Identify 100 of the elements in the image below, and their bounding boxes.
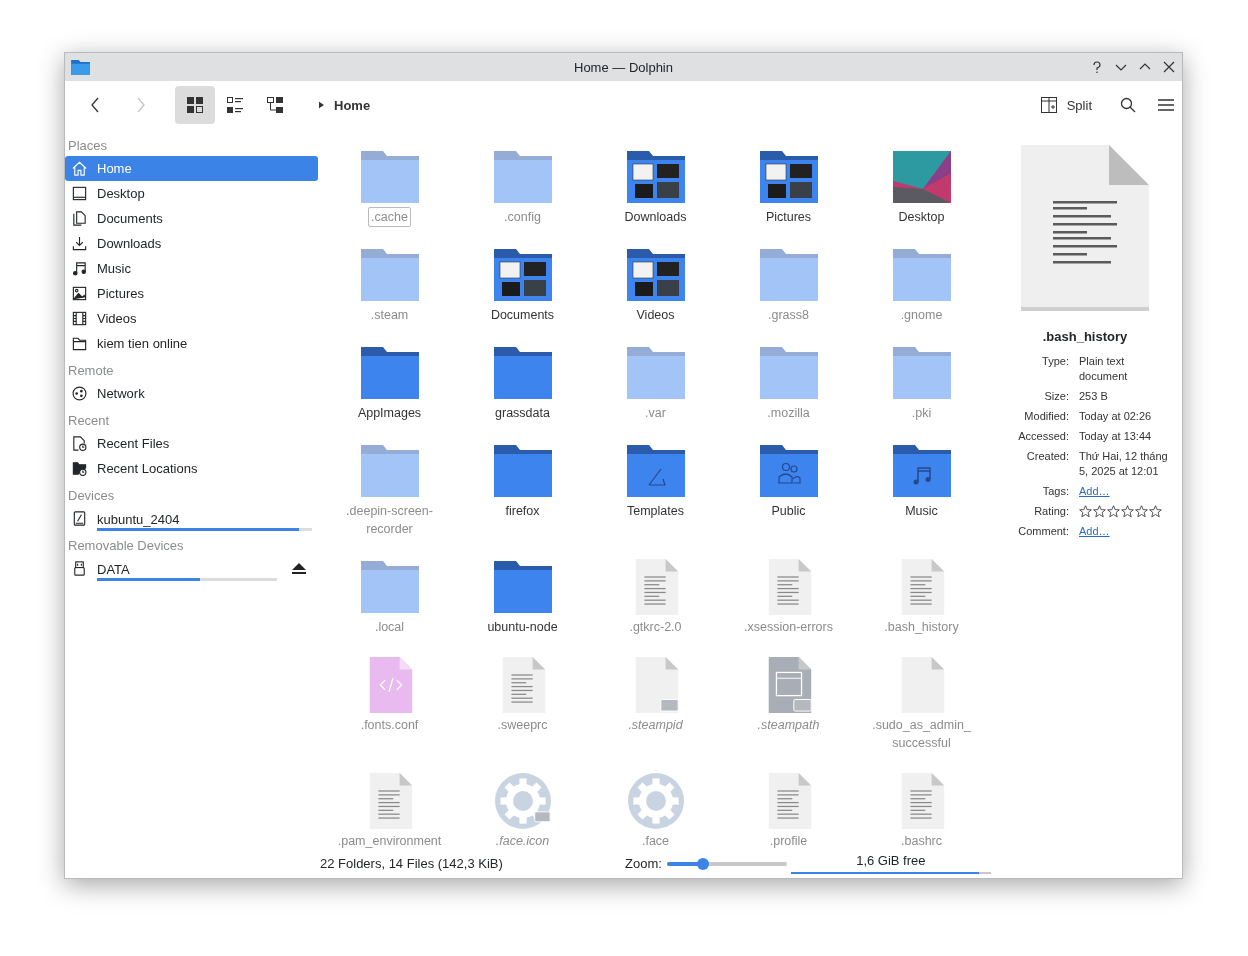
file-name: Pictures bbox=[764, 209, 813, 226]
sidebar-item[interactable]: Videos bbox=[65, 306, 318, 331]
folder-item[interactable]: .local bbox=[323, 553, 456, 637]
section-heading: Recent bbox=[67, 412, 111, 430]
file-name: Public bbox=[770, 503, 807, 520]
search-icon[interactable] bbox=[1120, 97, 1136, 113]
split-button[interactable]: Split bbox=[1034, 88, 1098, 122]
help-icon[interactable] bbox=[1090, 60, 1104, 74]
file-item[interactable]: .steampath bbox=[722, 651, 855, 753]
status-summary: 22 Folders, 14 Files (142,3 KiB) bbox=[320, 856, 504, 871]
desktop-icon bbox=[71, 185, 88, 202]
file-name: .pam_environment bbox=[336, 833, 443, 850]
add-link[interactable]: Add… bbox=[1079, 525, 1110, 537]
folder-item[interactable]: .config bbox=[456, 143, 589, 227]
file-item[interactable]: .xsession-errors bbox=[722, 553, 855, 637]
add-link[interactable]: Add… bbox=[1079, 485, 1110, 497]
section-heading: Removable Devices bbox=[67, 537, 185, 555]
close-icon[interactable] bbox=[1162, 60, 1176, 74]
sidebar-item[interactable]: Pictures bbox=[65, 281, 318, 306]
folder-item[interactable]: Templates bbox=[589, 437, 722, 539]
star-icon[interactable] bbox=[1093, 505, 1106, 518]
folder-item[interactable]: .mozilla bbox=[722, 339, 855, 423]
pictures-icon bbox=[71, 285, 88, 302]
sidebar-item[interactable]: DATA bbox=[65, 556, 318, 581]
file-name: .steam bbox=[369, 307, 410, 324]
field-label: Accessed: bbox=[1017, 429, 1069, 444]
sidebar-item[interactable]: Recent Files bbox=[65, 431, 318, 456]
split-view-icon bbox=[1040, 97, 1057, 113]
file-item[interactable]: .sweeprc bbox=[456, 651, 589, 753]
file-name: .sudo_as_admin_successful bbox=[871, 717, 972, 752]
folder-item[interactable]: firefox bbox=[456, 437, 589, 539]
star-icon[interactable] bbox=[1135, 505, 1148, 518]
sidebar-item[interactable]: Music bbox=[65, 256, 318, 281]
sidebar-item[interactable]: Downloads bbox=[65, 231, 318, 256]
folder-item[interactable]: .var bbox=[589, 339, 722, 423]
icons-view-button[interactable] bbox=[175, 86, 215, 124]
star-icon[interactable] bbox=[1121, 505, 1134, 518]
folder-item[interactable]: .steam bbox=[323, 241, 456, 325]
file-name: Desktop bbox=[897, 209, 946, 226]
sidebar-item[interactable]: kiem tien online bbox=[65, 331, 318, 356]
sidebar-item[interactable]: Recent Locations bbox=[65, 456, 318, 481]
file-name: .local bbox=[373, 619, 406, 636]
file-name: .fonts.conf bbox=[359, 717, 420, 734]
folder-icon bbox=[493, 345, 552, 401]
recentfiles-icon bbox=[71, 435, 88, 452]
folder-item[interactable]: AppImages bbox=[323, 339, 456, 423]
folder-thumbnail-icon bbox=[759, 149, 818, 205]
breadcrumb-item[interactable]: Home bbox=[334, 97, 371, 113]
file-name: .face bbox=[640, 833, 671, 850]
file-name: .gnome bbox=[899, 307, 944, 324]
folder-item[interactable]: .pki bbox=[855, 339, 988, 423]
folder-item[interactable]: Music bbox=[855, 437, 988, 539]
file-item[interactable]: .pam_environment bbox=[323, 767, 456, 851]
folder-item[interactable]: Downloads bbox=[589, 143, 722, 227]
field-value: Thứ Hai, 12 tháng 5, 2025 at 12:01 bbox=[1079, 449, 1169, 479]
star-icon[interactable] bbox=[1149, 505, 1162, 518]
file-item[interactable]: .steampid bbox=[589, 651, 722, 753]
field-label: Created: bbox=[1025, 449, 1069, 464]
file-item[interactable]: .bash_history bbox=[855, 553, 988, 637]
field-label: Type: bbox=[1041, 354, 1069, 369]
star-icon[interactable] bbox=[1079, 505, 1092, 518]
caret-icon bbox=[319, 101, 324, 109]
folder-item[interactable]: Documents bbox=[456, 241, 589, 325]
sidebar-item[interactable]: kubuntu_2404 bbox=[65, 506, 318, 531]
sidebar-item[interactable]: Network bbox=[65, 381, 318, 406]
file-item[interactable]: .face bbox=[589, 767, 722, 851]
folder-item[interactable]: ubuntu-node bbox=[456, 553, 589, 637]
field-value: Today at 02:26 bbox=[1079, 409, 1153, 424]
file-item[interactable]: Desktop bbox=[855, 143, 988, 227]
star-icon[interactable] bbox=[1107, 505, 1120, 518]
folder-thumbnail-icon bbox=[626, 149, 685, 205]
folder-icon bbox=[360, 559, 419, 615]
file-item[interactable]: .gtkrc-2.0 bbox=[589, 553, 722, 637]
file-name: Templates bbox=[626, 503, 685, 520]
file-item[interactable]: .fonts.conf bbox=[323, 651, 456, 753]
videos-icon bbox=[71, 310, 88, 327]
file-name: .pki bbox=[910, 405, 933, 422]
file-item[interactable]: .face.icon bbox=[456, 767, 589, 851]
file-name: .profile bbox=[768, 833, 809, 850]
file-item[interactable]: .sudo_as_admin_successful bbox=[855, 651, 988, 753]
sidebar-item[interactable]: Documents bbox=[65, 206, 318, 231]
folder-icon bbox=[892, 247, 951, 303]
folder-item[interactable]: Pictures bbox=[722, 143, 855, 227]
folder-item[interactable]: .cache bbox=[323, 143, 456, 227]
folder-item[interactable]: Public bbox=[722, 437, 855, 539]
file-item[interactable]: .profile bbox=[722, 767, 855, 851]
sidebar-item[interactable]: Desktop bbox=[65, 181, 318, 206]
folder-item[interactable]: .deepin-screen-recorder bbox=[323, 437, 456, 539]
menu-icon[interactable] bbox=[1158, 97, 1174, 113]
file-item[interactable]: .bashrc bbox=[855, 767, 988, 851]
folder-icon bbox=[360, 247, 419, 303]
eject-icon[interactable] bbox=[292, 562, 306, 575]
folder-item[interactable]: .grass8 bbox=[722, 241, 855, 325]
place-label: Videos bbox=[97, 311, 137, 326]
file-name: AppImages bbox=[356, 405, 423, 422]
slider-thumb[interactable] bbox=[696, 857, 709, 870]
device-label: kubuntu_2404 bbox=[97, 512, 181, 527]
folder-item[interactable]: grassdata bbox=[456, 339, 589, 423]
folder-item[interactable]: Videos bbox=[589, 241, 722, 325]
sidebar-item[interactable]: Home bbox=[65, 156, 318, 181]
